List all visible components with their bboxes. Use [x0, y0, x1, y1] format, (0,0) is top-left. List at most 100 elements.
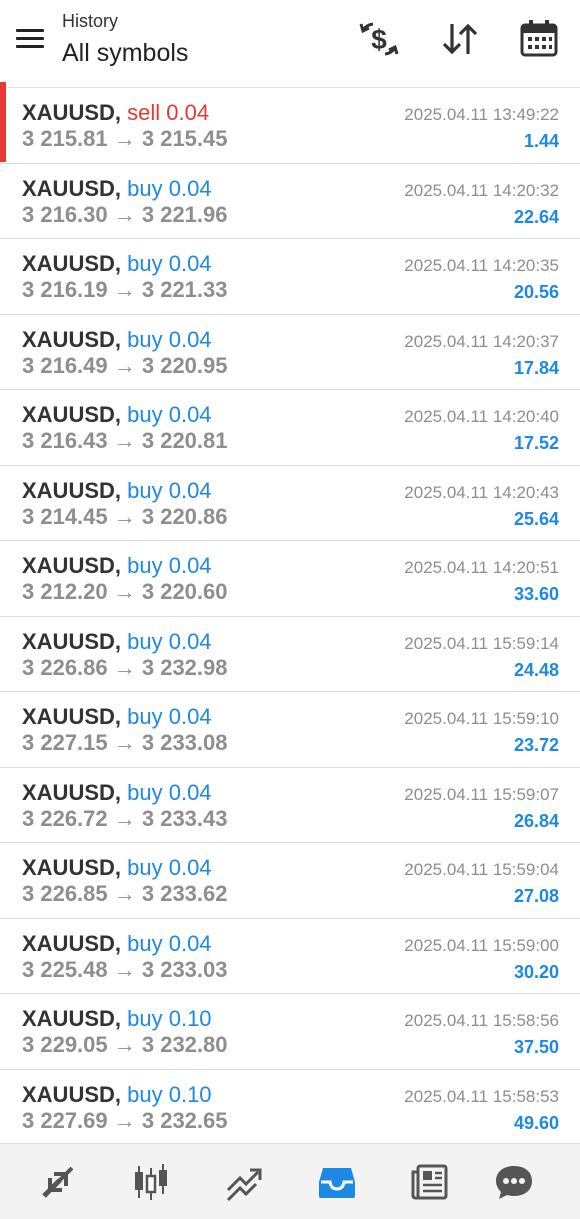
- deal-time: 2025.04.11 14:20:51: [404, 558, 559, 577]
- deal-row[interactable]: XAUUSD, buy 0.04 3 226.85 → 3 233.62 2025.…: [0, 843, 580, 919]
- deal-row[interactable]: XAUUSD, buy 0.04 3 216.19 → 3 221.33 2025.…: [0, 239, 580, 315]
- deal-row[interactable]: XAUUSD, buy 0.10 3 229.05 → 3 232.80 2025.…: [0, 994, 580, 1070]
- deal-title: XAUUSD, buy 0.04: [22, 931, 212, 957]
- deal-symbol: XAUUSD,: [22, 855, 122, 880]
- deal-symbol: XAUUSD,: [22, 704, 122, 729]
- header-subtitle: History: [62, 11, 119, 31]
- deal-symbol: XAUUSD,: [22, 553, 122, 578]
- deal-symbol: XAUUSD,: [22, 628, 122, 654]
- deal-row[interactable]: XAUUSD, buy 0.04 3 227.15 → 3 233.08 2025.…: [0, 692, 580, 768]
- deal-row[interactable]: XAUUSD, buy 0.04 3 225.48 → 3 233.03 2025.…: [0, 919, 580, 994]
- deal-time: 2025.04.11 14:20:40: [404, 407, 559, 426]
- trade-tab[interactable]: [196, 1144, 292, 1219]
- deal-symbol: XAUUSD,: [22, 477, 122, 503]
- deal-title: XAUUSD, sell 0.04: [22, 100, 209, 126]
- deal-prices: 3 214.45 → 3 220.86: [22, 503, 228, 529]
- deal-profit: 25.64: [513, 508, 559, 529]
- deal-row[interactable]: XAUUSD, buy 0.04 3 216.30 → 3 221.96 2025.…: [0, 164, 580, 239]
- deal-prices: 3 216.19 → 3 221.33: [22, 277, 228, 302]
- hamburger-line: [16, 37, 44, 40]
- hamburger-line: [16, 29, 44, 32]
- hamburger-line: [16, 45, 44, 48]
- deal-time: 2025.04.11 15:59:14: [404, 633, 559, 653]
- deal-title: XAUUSD, buy 0.10: [22, 1082, 212, 1108]
- deal-time: 2025.04.11 14:20:37: [404, 331, 559, 351]
- deal-side: buy 0.04: [127, 402, 212, 427]
- deal-symbol: XAUUSD,: [22, 326, 122, 352]
- deal-row[interactable]: XAUUSD, buy 0.04 3 226.72 → 3 233.43 2025.…: [0, 768, 580, 843]
- candlestick-icon: [135, 1164, 167, 1200]
- deal-title: XAUUSD, buy 0.04: [22, 553, 212, 579]
- deal-side: sell 0.04: [127, 100, 210, 125]
- deal-profit: 17.52: [513, 433, 559, 453]
- deal-title: XAUUSD, buy 0.10: [22, 1006, 212, 1032]
- deal-side: buy 0.04: [127, 553, 212, 578]
- svg-text:$: $: [371, 24, 387, 55]
- chat-tab[interactable]: [466, 1144, 562, 1219]
- deal-row[interactable]: XAUUSD, buy 0.04 3 212.20 → 3 220.60 2025.…: [0, 541, 580, 617]
- deal-title: XAUUSD, buy 0.04: [22, 780, 212, 806]
- deal-side: buy 0.04: [127, 477, 212, 503]
- bottom-tab-bar: [0, 1143, 580, 1219]
- deal-prices: 3 216.30 → 3 221.96: [22, 201, 228, 227]
- deal-symbol: XAUUSD,: [22, 1006, 122, 1031]
- deal-time: 2025.04.11 15:59:04: [404, 860, 559, 879]
- deal-time: 2025.04.11 13:49:22: [404, 105, 559, 124]
- deal-profit: 49.60: [513, 1112, 559, 1133]
- deal-side: buy 0.04: [127, 326, 212, 352]
- deal-profit: 24.48: [513, 659, 559, 680]
- deal-side: buy 0.04: [127, 704, 212, 729]
- deal-title: XAUUSD, buy 0.04: [22, 251, 212, 277]
- header-title[interactable]: All symbols: [62, 39, 188, 68]
- deal-prices: 3 226.85 → 3 233.62: [22, 881, 228, 906]
- deal-profit: 22.64: [513, 206, 559, 227]
- deal-profit: 17.84: [513, 357, 559, 378]
- calendar-icon[interactable]: [517, 18, 561, 60]
- deal-title: XAUUSD, buy 0.04: [22, 855, 212, 881]
- quotes-tab[interactable]: [10, 1144, 106, 1219]
- deal-time: 2025.04.11 14:20:32: [404, 180, 559, 200]
- deal-title: XAUUSD, buy 0.04: [22, 176, 212, 202]
- menu-button[interactable]: [14, 26, 48, 52]
- deal-title: XAUUSD, buy 0.04: [22, 402, 212, 428]
- deal-row[interactable]: XAUUSD, sell 0.04 3 215.81 → 3 215.45 2025…: [0, 82, 580, 164]
- history-tab[interactable]: [289, 1144, 385, 1219]
- deal-symbol: XAUUSD,: [22, 1081, 122, 1107]
- deal-profit: 27.08: [513, 886, 559, 906]
- deal-side: buy 0.04: [127, 628, 212, 654]
- inbox-icon: [319, 1168, 355, 1198]
- deal-row[interactable]: XAUUSD, buy 0.04 3 216.43 → 3 220.81 2025.…: [0, 390, 580, 466]
- deal-time: 2025.04.11 14:20:43: [404, 482, 559, 502]
- deal-profit: 33.60: [513, 584, 559, 604]
- quotes-icon: [42, 1166, 74, 1198]
- news-tab[interactable]: [382, 1144, 478, 1219]
- deal-side: buy 0.04: [127, 251, 212, 276]
- chat-icon: [496, 1166, 532, 1199]
- deal-title: XAUUSD, buy 0.04: [22, 629, 212, 655]
- chart-tab[interactable]: [103, 1144, 199, 1219]
- deal-title: XAUUSD, buy 0.04: [22, 478, 212, 504]
- sort-icon[interactable]: [438, 18, 482, 60]
- deal-row[interactable]: XAUUSD, buy 0.04 3 216.49 → 3 220.95 2025.…: [0, 315, 580, 390]
- deal-symbol: XAUUSD,: [22, 930, 122, 956]
- currency-exchange-icon[interactable]: $: [357, 18, 401, 60]
- deal-time: 2025.04.11 15:58:53: [404, 1086, 559, 1106]
- deal-prices: 3 227.15 → 3 233.08: [22, 730, 228, 755]
- deal-symbol: XAUUSD,: [22, 251, 122, 276]
- deal-prices: 3 225.48 → 3 233.03: [22, 956, 228, 982]
- deal-side: buy 0.04: [127, 855, 212, 880]
- deal-row[interactable]: XAUUSD, buy 0.04 3 226.86 → 3 232.98 2025.…: [0, 617, 580, 692]
- deal-side: buy 0.04: [127, 175, 212, 201]
- deal-row[interactable]: XAUUSD, buy 0.04 3 214.45 → 3 220.86 2025.…: [0, 466, 580, 541]
- deal-time: 2025.04.11 15:59:07: [404, 784, 559, 804]
- deal-prices: 3 215.81 → 3 215.45: [22, 126, 228, 151]
- deal-symbol: XAUUSD,: [22, 100, 122, 125]
- deal-row[interactable]: XAUUSD, buy 0.10 3 227.69 → 3 232.65 2025.…: [0, 1070, 580, 1145]
- deal-prices: 3 216.49 → 3 220.95: [22, 352, 228, 378]
- deal-profit: 30.20: [513, 961, 559, 982]
- deal-side: buy 0.10: [127, 1006, 212, 1031]
- deal-side: buy 0.04: [127, 779, 212, 805]
- deal-prices: 3 216.43 → 3 220.81: [22, 428, 228, 453]
- deal-symbol: XAUUSD,: [22, 402, 122, 427]
- newspaper-icon: [411, 1164, 448, 1200]
